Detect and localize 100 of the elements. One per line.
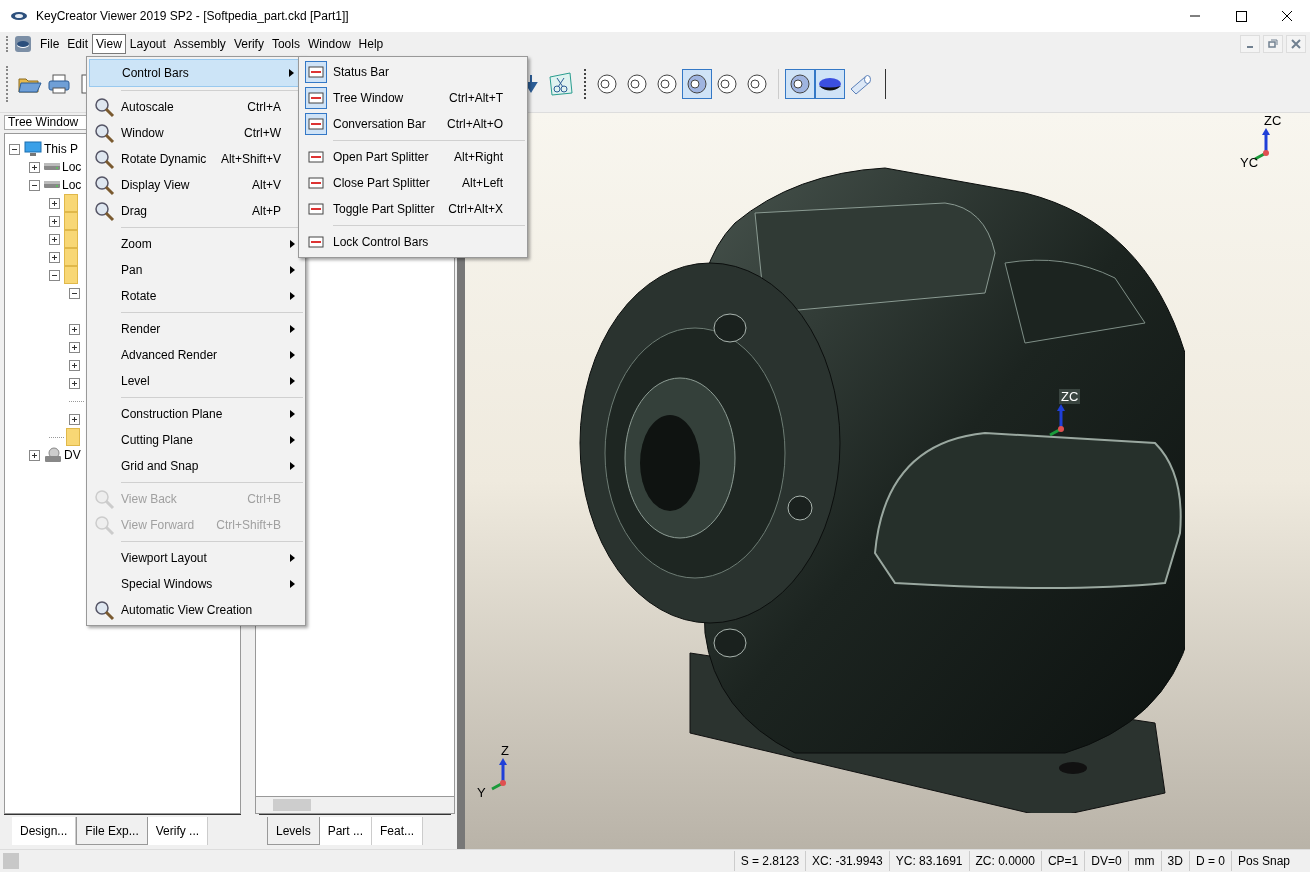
status-field: DV=0 xyxy=(1084,851,1128,871)
horizontal-scrollbar[interactable] xyxy=(255,796,455,814)
tool-icon xyxy=(93,174,115,196)
axis-label: YC xyxy=(1240,155,1259,170)
panel-tab[interactable]: Feat... xyxy=(372,817,424,845)
axis-triad-icon xyxy=(1049,403,1067,437)
tree-item[interactable]: Loc xyxy=(62,160,82,174)
status-field: mm xyxy=(1127,851,1161,871)
menu-item[interactable]: Cutting Plane xyxy=(89,427,303,453)
menu-item[interactable]: Verify xyxy=(229,34,268,54)
status-field: ZC: 0.0000 xyxy=(968,851,1041,871)
expander-icon[interactable] xyxy=(49,215,60,227)
menu-item[interactable]: Edit xyxy=(63,34,93,54)
disc-drive-icon xyxy=(44,447,62,463)
document-icon[interactable] xyxy=(14,35,32,53)
status-field: 3D xyxy=(1160,851,1189,871)
menu-item[interactable]: Assembly xyxy=(169,34,230,54)
menu-item[interactable]: Rotate xyxy=(89,283,303,309)
submenu-arrow-icon xyxy=(290,266,295,274)
menu-item[interactable]: Pan xyxy=(89,257,303,283)
panel-tab[interactable]: Part ... xyxy=(319,817,373,845)
submenu-arrow-icon xyxy=(290,410,295,418)
panel-tab[interactable]: Design... xyxy=(12,817,77,845)
expander-icon[interactable] xyxy=(9,143,20,155)
shade-icon[interactable] xyxy=(815,69,845,99)
submenu-arrow-icon xyxy=(290,462,295,470)
expander-icon[interactable] xyxy=(49,251,60,263)
submenu-arrow-icon xyxy=(290,325,295,333)
expander-icon[interactable] xyxy=(29,161,40,173)
expander-icon[interactable] xyxy=(69,377,80,389)
menu-item[interactable]: Special Windows xyxy=(89,571,303,597)
monitor-icon xyxy=(24,141,42,157)
folder-icon xyxy=(64,230,78,248)
axis-label: Y xyxy=(477,785,486,800)
tool-icon xyxy=(93,599,115,621)
status-indicator xyxy=(3,853,19,869)
tool-icon xyxy=(93,488,115,510)
tree-item[interactable]: Loc xyxy=(62,178,82,192)
panel-tab[interactable]: Levels xyxy=(267,817,320,845)
expander-icon[interactable] xyxy=(69,413,80,425)
menu-item[interactable]: Status Bar xyxy=(301,59,525,85)
expander-icon[interactable] xyxy=(29,179,40,191)
status-field: D = 0 xyxy=(1188,851,1231,871)
tool-icon xyxy=(93,200,115,222)
menu-item[interactable]: Viewport Layout xyxy=(89,545,303,571)
tree-item[interactable]: This P xyxy=(44,142,78,156)
menu-item[interactable]: Automatic View Creation xyxy=(89,597,303,623)
menu-item[interactable]: Grid and Snap xyxy=(89,453,303,479)
status-field: Pos Snap xyxy=(1230,851,1296,871)
menu-item[interactable]: File xyxy=(36,34,64,54)
tool-icon xyxy=(93,96,115,118)
scissors-icon[interactable] xyxy=(546,69,576,99)
submenu-arrow-icon xyxy=(289,69,294,77)
expander-icon[interactable] xyxy=(69,323,80,335)
submenu-arrow-icon xyxy=(290,351,295,359)
menu-item[interactable]: Help xyxy=(354,34,388,54)
menu-item[interactable]: View xyxy=(92,34,126,54)
axis-triad-icon xyxy=(491,757,509,791)
menu-item[interactable]: Layout xyxy=(125,34,170,54)
panel-tab[interactable]: File Exp... xyxy=(76,817,148,845)
axis-label: Z xyxy=(501,743,509,758)
tool-icon xyxy=(93,514,115,536)
menu-item[interactable]: Tree Window Ctrl+Alt+T xyxy=(301,85,525,111)
expander-icon[interactable] xyxy=(49,233,60,245)
axis-label: ZC xyxy=(1264,113,1282,128)
folder-icon xyxy=(66,428,80,446)
drive-icon xyxy=(44,181,60,189)
submenu-arrow-icon xyxy=(290,436,295,444)
folder-icon xyxy=(64,248,78,266)
submenu-arrow-icon xyxy=(290,580,295,588)
folder-icon xyxy=(64,266,78,284)
expander-icon[interactable] xyxy=(69,359,80,371)
status-field: CP=1 xyxy=(1040,851,1085,871)
menu-item[interactable]: Window xyxy=(303,34,355,54)
status-field: S = 2.8123 xyxy=(733,851,806,871)
tool-icon xyxy=(93,148,115,170)
status-field: YC: 83.1691 xyxy=(888,851,969,871)
minimize-icon[interactable] xyxy=(1240,35,1260,53)
ring-icon[interactable] xyxy=(785,69,815,99)
submenu-arrow-icon xyxy=(290,377,295,385)
menu-item[interactable]: Render xyxy=(89,316,303,342)
menu-item[interactable]: Tools xyxy=(267,34,304,54)
submenu-arrow-icon xyxy=(290,292,295,300)
ring-icon[interactable] xyxy=(682,69,712,99)
menu-item[interactable]: Construction Plane xyxy=(89,401,303,427)
menu-item[interactable]: Level xyxy=(89,368,303,394)
expander-icon[interactable] xyxy=(29,449,40,461)
window-title: KeyCreator Viewer 2019 SP2 - [Softpedia_part.ckd [Part1]] xyxy=(36,9,349,23)
expander-icon[interactable] xyxy=(49,269,60,281)
close-icon[interactable] xyxy=(1286,35,1306,53)
app-logo-icon xyxy=(10,10,28,22)
expander-icon[interactable] xyxy=(49,197,60,209)
tool-icon xyxy=(93,122,115,144)
expander-icon[interactable] xyxy=(69,287,80,299)
axis-label: ZC xyxy=(1059,389,1081,404)
panel-tab[interactable]: Verify ... xyxy=(147,817,209,845)
submenu-arrow-icon xyxy=(290,554,295,562)
expander-icon[interactable] xyxy=(69,341,80,353)
menu-item[interactable]: Advanced Render xyxy=(89,342,303,368)
tree-item[interactable]: DV xyxy=(64,448,81,462)
